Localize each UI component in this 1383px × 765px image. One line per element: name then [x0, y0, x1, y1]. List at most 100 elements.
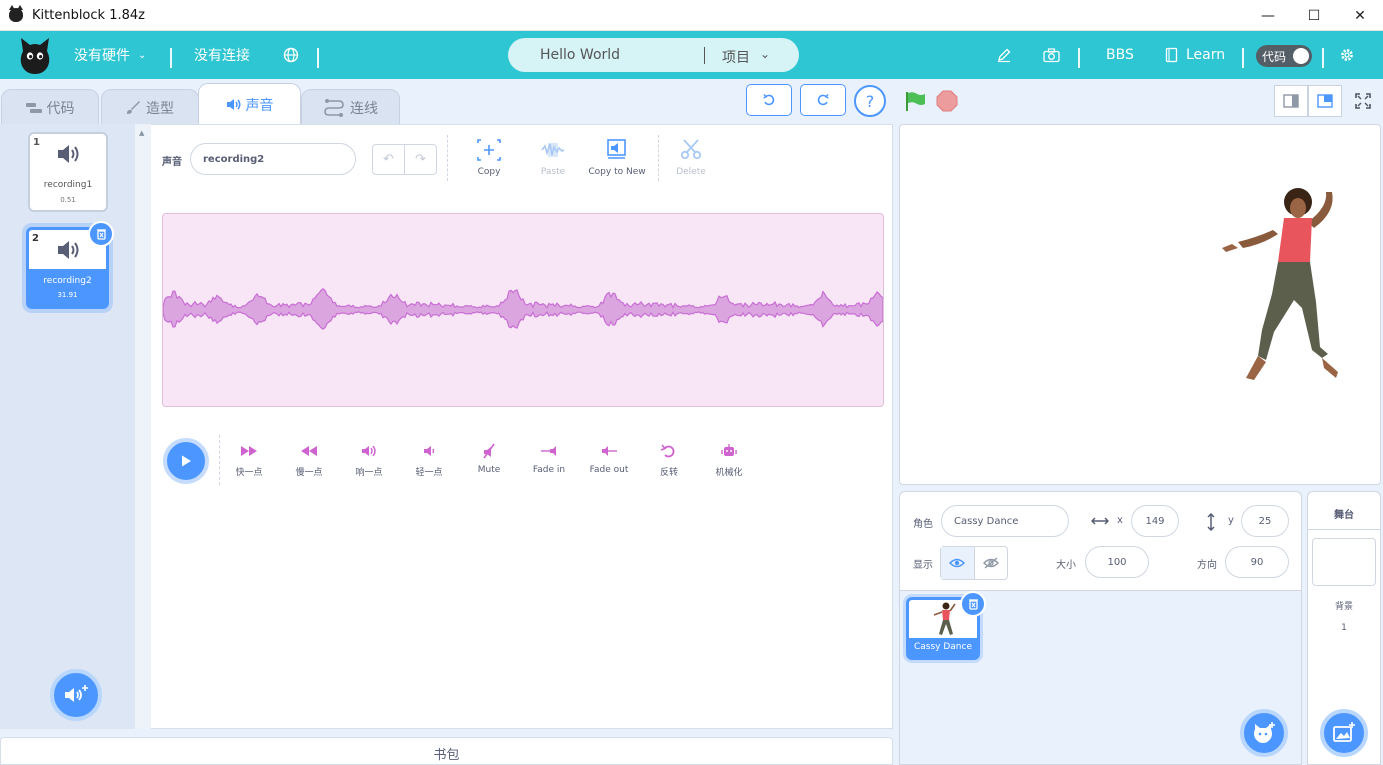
direction-input[interactable]: 90: [1225, 546, 1289, 578]
effect-reverse-button[interactable]: 反转: [639, 443, 699, 478]
normal-stage-icon: [1317, 94, 1333, 108]
refresh-icon: [763, 94, 775, 106]
small-stage-icon: [1283, 94, 1299, 108]
horizontal-arrows-icon: [1091, 517, 1109, 525]
backdrop-thumbnail[interactable]: [1312, 538, 1376, 586]
menu-separator: [170, 48, 172, 68]
volume-down-icon: [424, 446, 435, 456]
kitten-logo-icon[interactable]: [18, 35, 52, 75]
sprite-name-input[interactable]: Cassy Dance: [941, 505, 1069, 537]
globe-icon[interactable]: [283, 31, 299, 79]
sound-list: ▲: [0, 124, 151, 729]
book-icon: [1165, 47, 1178, 63]
redo-icon[interactable]: ↷: [404, 145, 436, 174]
menu-separator: [1078, 48, 1080, 68]
effect-robot-button[interactable]: 机械化: [699, 443, 759, 478]
delete-sprite-button[interactable]: [960, 591, 986, 617]
eye-icon[interactable]: [941, 547, 974, 579]
add-sound-button[interactable]: [50, 669, 102, 721]
scissors-icon: [680, 139, 702, 160]
effect-fade-out-button[interactable]: Fade out: [579, 443, 639, 475]
sprite-label: 角色: [913, 519, 933, 530]
tab-wiring[interactable]: 连线: [301, 89, 400, 125]
learn-link[interactable]: Learn: [1165, 31, 1225, 79]
menu-bar: 没有硬件 ⌄ 没有连接 Hello World 项目 ⌄ BBS Learn 代…: [0, 31, 1383, 79]
visibility-toggle: [940, 546, 1008, 580]
delete-sound-button[interactable]: [88, 221, 114, 247]
fullscreen-button[interactable]: [1346, 85, 1380, 117]
sound-item-recording1[interactable]: 1 recording1 0.51: [28, 132, 108, 212]
window-title: Kittenblock 1.84z: [32, 7, 145, 23]
sound-editor: 声音 recording2 ↶ ↷ Copy Paste Copy to New…: [151, 124, 893, 729]
menu-separator: [1322, 48, 1324, 68]
backpack-bar[interactable]: 书包: [0, 737, 893, 765]
rewind-icon: [301, 446, 317, 456]
copy-button[interactable]: Copy: [454, 139, 524, 177]
speaker-icon: [58, 145, 79, 163]
fade-out-icon: [602, 446, 617, 456]
waveform-display[interactable]: [162, 213, 884, 407]
minimize-button[interactable]: —: [1245, 0, 1291, 31]
add-sprite-button[interactable]: [1240, 709, 1288, 757]
project-name-input[interactable]: Hello World: [540, 47, 620, 63]
tab-sounds[interactable]: 声音: [198, 83, 301, 125]
cassy-dance-sprite[interactable]: [1218, 182, 1344, 382]
refresh-button[interactable]: [746, 84, 792, 116]
connection-menu[interactable]: 没有连接: [194, 31, 250, 79]
close-button[interactable]: ✕: [1337, 0, 1383, 31]
tab-costumes[interactable]: 造型: [101, 89, 199, 125]
scrollbar[interactable]: [135, 124, 151, 729]
undo-icon[interactable]: ↶: [373, 145, 404, 174]
y-input[interactable]: 25: [1241, 505, 1289, 537]
show-label: 显示: [913, 560, 933, 571]
stop-icon[interactable]: [936, 90, 958, 112]
reset-button[interactable]: [800, 84, 846, 116]
copy-to-new-button[interactable]: Copy to New: [582, 139, 652, 177]
green-flag-icon[interactable]: [904, 90, 926, 112]
kittenblock-logo-icon: [9, 5, 23, 22]
normal-stage-button[interactable]: [1308, 85, 1342, 117]
maximize-button[interactable]: ☐: [1291, 0, 1337, 31]
scroll-up-icon[interactable]: ▲: [139, 129, 144, 137]
chevron-down-icon[interactable]: ⌄: [760, 47, 770, 61]
paste-button[interactable]: Paste: [518, 139, 588, 177]
camera-icon[interactable]: [1043, 31, 1060, 79]
copy-icon: [477, 139, 501, 161]
y-label: y: [1228, 515, 1234, 526]
help-button[interactable]: ?: [854, 85, 886, 117]
fade-in-icon: [541, 446, 556, 456]
undo-redo-group: ↶ ↷: [372, 144, 437, 175]
effect-softer-button[interactable]: 轻一点: [399, 443, 459, 478]
delete-button[interactable]: Delete: [656, 139, 726, 177]
add-sprite-icon: [1254, 722, 1275, 743]
fullscreen-icon: [1355, 93, 1371, 109]
backdrop-label: 背景: [1334, 602, 1353, 612]
x-input[interactable]: 149: [1131, 505, 1179, 537]
paste-icon: [541, 143, 565, 157]
effect-faster-button[interactable]: 快一点: [219, 443, 279, 478]
project-menu[interactable]: 项目: [722, 47, 750, 67]
small-stage-button[interactable]: [1274, 85, 1308, 117]
effect-louder-button[interactable]: 响一点: [339, 443, 399, 478]
sound-name-input[interactable]: recording2: [190, 143, 356, 175]
speaker-icon: [226, 99, 240, 110]
bbs-link[interactable]: BBS: [1106, 31, 1134, 79]
code-icon: [25, 102, 42, 113]
hardware-menu[interactable]: 没有硬件 ⌄: [74, 31, 146, 79]
toggle-knob: [1293, 48, 1309, 64]
play-button[interactable]: [163, 438, 209, 484]
add-backdrop-button[interactable]: [1320, 709, 1368, 757]
tab-code[interactable]: 代码: [1, 89, 99, 125]
chevron-down-icon: ⌄: [138, 49, 147, 61]
window-controls: — ☐ ✕: [1245, 0, 1383, 31]
eye-hidden-icon[interactable]: [973, 547, 1008, 579]
pencil-icon[interactable]: [996, 31, 1012, 79]
code-mode-toggle[interactable]: 代码: [1256, 45, 1312, 67]
gear-icon[interactable]: [1339, 31, 1355, 79]
effect-mute-button[interactable]: Mute: [459, 443, 519, 475]
project-separator: [704, 47, 705, 64]
menu-separator: [317, 48, 319, 68]
effect-fade-in-button[interactable]: Fade in: [519, 443, 579, 475]
size-input[interactable]: 100: [1085, 546, 1149, 578]
effect-slower-button[interactable]: 慢一点: [279, 443, 339, 478]
